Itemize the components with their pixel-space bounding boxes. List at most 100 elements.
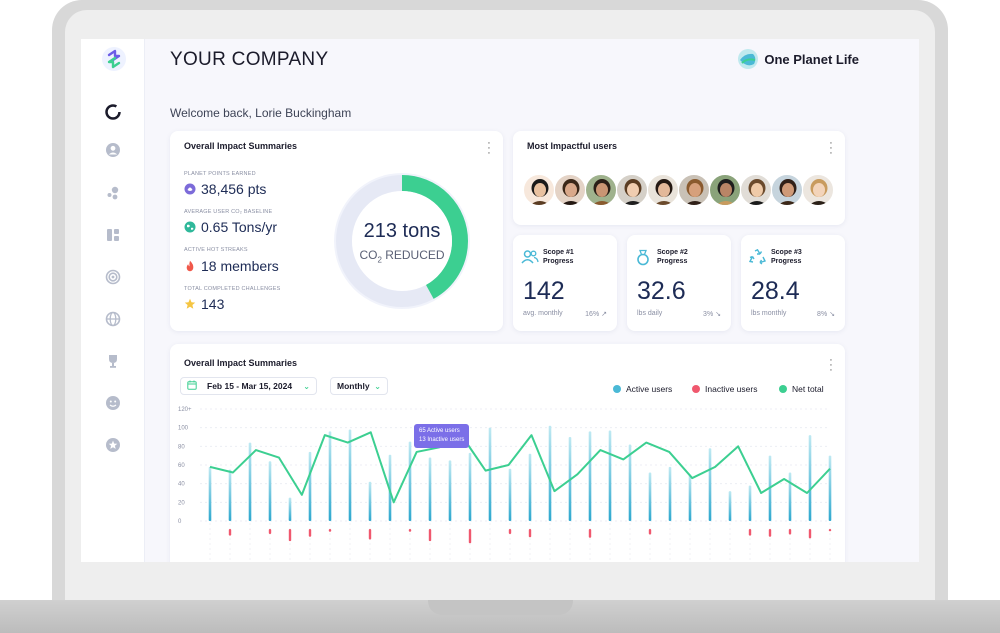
scope-card-1: Scope #1 Progress 142 avg. monthly 16% ↗ <box>513 235 617 331</box>
co2-donut-chart: 213 tons CO2 REDUCED <box>327 166 477 316</box>
avatar[interactable] <box>740 174 772 206</box>
period-value: Monthly <box>337 381 370 391</box>
legend-dot <box>613 385 621 393</box>
card-title: Most Impactful users <box>527 141 618 151</box>
period-select[interactable]: Monthly ⌄ <box>330 377 388 395</box>
avatar[interactable] <box>585 174 617 206</box>
impact-chart-card: Overall Impact Summaries · · · Feb 15 - Ma… <box>170 344 845 562</box>
scope-label: Scope #1 Progress <box>543 249 574 265</box>
active-users-bar <box>708 448 712 521</box>
star-badge-icon[interactable] <box>103 435 123 455</box>
stat-value-text: 38,456 pts <box>201 181 267 197</box>
inactive-users-bar <box>588 529 592 538</box>
users-icon <box>521 249 539 265</box>
star-icon <box>184 298 196 310</box>
active-users-bar <box>648 472 652 521</box>
scope-change: 16% ↗ <box>585 311 607 318</box>
active-users-bar <box>468 452 472 521</box>
inactive-users-bar <box>748 529 752 536</box>
sidebar <box>81 39 145 562</box>
legend-active-users[interactable]: Active users <box>613 384 672 394</box>
card-title: Overall Impact Summaries <box>184 141 298 151</box>
trend-up-icon: ↗ <box>601 311 607 318</box>
inactive-users-bar <box>828 529 832 532</box>
active-users-bar <box>668 466 672 521</box>
active-users-bar <box>588 431 592 521</box>
brand-name: One Planet Life <box>764 51 859 67</box>
date-range-picker[interactable]: Feb 15 - Mar 15, 2024 ⌄ <box>180 377 317 395</box>
active-users-bar <box>448 460 452 521</box>
inactive-users-bar <box>788 529 792 535</box>
scope-card-2: Scope #2 Progress 32.6 lbs daily 3% ↘ <box>627 235 731 331</box>
inactive-users-bar <box>648 529 652 535</box>
active-users-bar <box>308 451 312 521</box>
more-options-icon[interactable]: · · · <box>829 138 833 159</box>
target-icon[interactable] <box>103 267 123 287</box>
avatar[interactable] <box>678 174 710 206</box>
avatar[interactable] <box>616 174 648 206</box>
planet-logo-icon <box>738 49 759 69</box>
stat-value: 18 members <box>184 258 279 274</box>
active-users-bar <box>408 441 412 521</box>
y-tick-label: 40 <box>178 482 185 488</box>
avatar[interactable] <box>523 174 555 206</box>
main-content: YOUR COMPANY One Planet Life Welcome bac… <box>145 39 919 562</box>
avatar[interactable] <box>709 174 741 206</box>
active-users-bar <box>688 474 692 521</box>
y-tick-label: 60 <box>178 463 185 469</box>
donut-label: CO2 REDUCED <box>359 248 445 265</box>
card-title: Overall Impact Summaries <box>184 358 298 368</box>
ring-icon <box>635 249 653 266</box>
y-tick-label: 100 <box>178 426 189 432</box>
trend-down-icon: ↘ <box>829 311 835 318</box>
progress-ring-icon[interactable] <box>103 102 123 122</box>
inactive-users-bar <box>528 529 532 538</box>
more-options-icon[interactable]: · · · <box>829 355 833 376</box>
tooltip-line: 65 Active users <box>419 428 460 434</box>
active-users-bar <box>228 469 232 521</box>
impact-summary-card: Overall Impact Summaries · · · PLANET POIN… <box>170 131 503 331</box>
app-logo-icon[interactable] <box>101 46 127 72</box>
inactive-users-bar <box>428 529 432 542</box>
avatar[interactable] <box>802 174 834 206</box>
legend-inactive-users[interactable]: Inactive users <box>692 384 757 394</box>
inactive-users-bar <box>308 529 312 537</box>
inactive-users-bar <box>508 529 512 534</box>
trophy-icon[interactable] <box>103 351 123 371</box>
app-screen: YOUR COMPANY One Planet Life Welcome bac… <box>81 39 919 562</box>
stat-label: TOTAL COMPLETED CHALLENGES <box>184 286 281 292</box>
dashboard-icon[interactable] <box>103 225 123 245</box>
active-users-bar <box>548 425 552 521</box>
scope-foot: lbs daily <box>637 310 663 317</box>
inactive-users-bar <box>288 529 292 542</box>
inactive-users-bar <box>768 529 772 537</box>
calendar-icon <box>187 380 197 392</box>
scope-foot: avg. monthly <box>523 310 563 317</box>
user-icon[interactable] <box>103 140 123 160</box>
avatar[interactable] <box>771 174 803 206</box>
page-title: YOUR COMPANY <box>170 49 329 70</box>
stat-label: ACTIVE HOT STREAKS <box>184 247 248 253</box>
avatar[interactable] <box>554 174 586 206</box>
scope-label: Scope #2 Progress <box>657 249 688 265</box>
trend-down-icon: ↘ <box>715 311 721 318</box>
y-tick-label: 20 <box>178 500 185 506</box>
earth-icon <box>184 221 196 233</box>
inactive-users-bar <box>468 529 472 544</box>
active-users-bar <box>428 457 432 521</box>
active-users-bar <box>788 472 792 521</box>
face-icon[interactable] <box>103 393 123 413</box>
impactful-users-card: Most Impactful users · · · <box>513 131 845 225</box>
avatar[interactable] <box>647 174 679 206</box>
brand-logo[interactable]: One Planet Life <box>737 48 859 70</box>
legend-label: Inactive users <box>705 384 758 394</box>
legend-net-total[interactable]: Net total <box>779 384 824 394</box>
leaf-badge-icon <box>184 183 196 195</box>
scope-change: 3% ↘ <box>703 311 721 318</box>
more-options-icon[interactable]: · · · <box>487 138 491 159</box>
globe-icon[interactable] <box>103 309 123 329</box>
scope-value: 32.6 <box>637 277 686 305</box>
bubbles-icon[interactable] <box>103 183 123 203</box>
flame-icon <box>184 260 196 272</box>
active-users-bar <box>748 485 752 521</box>
